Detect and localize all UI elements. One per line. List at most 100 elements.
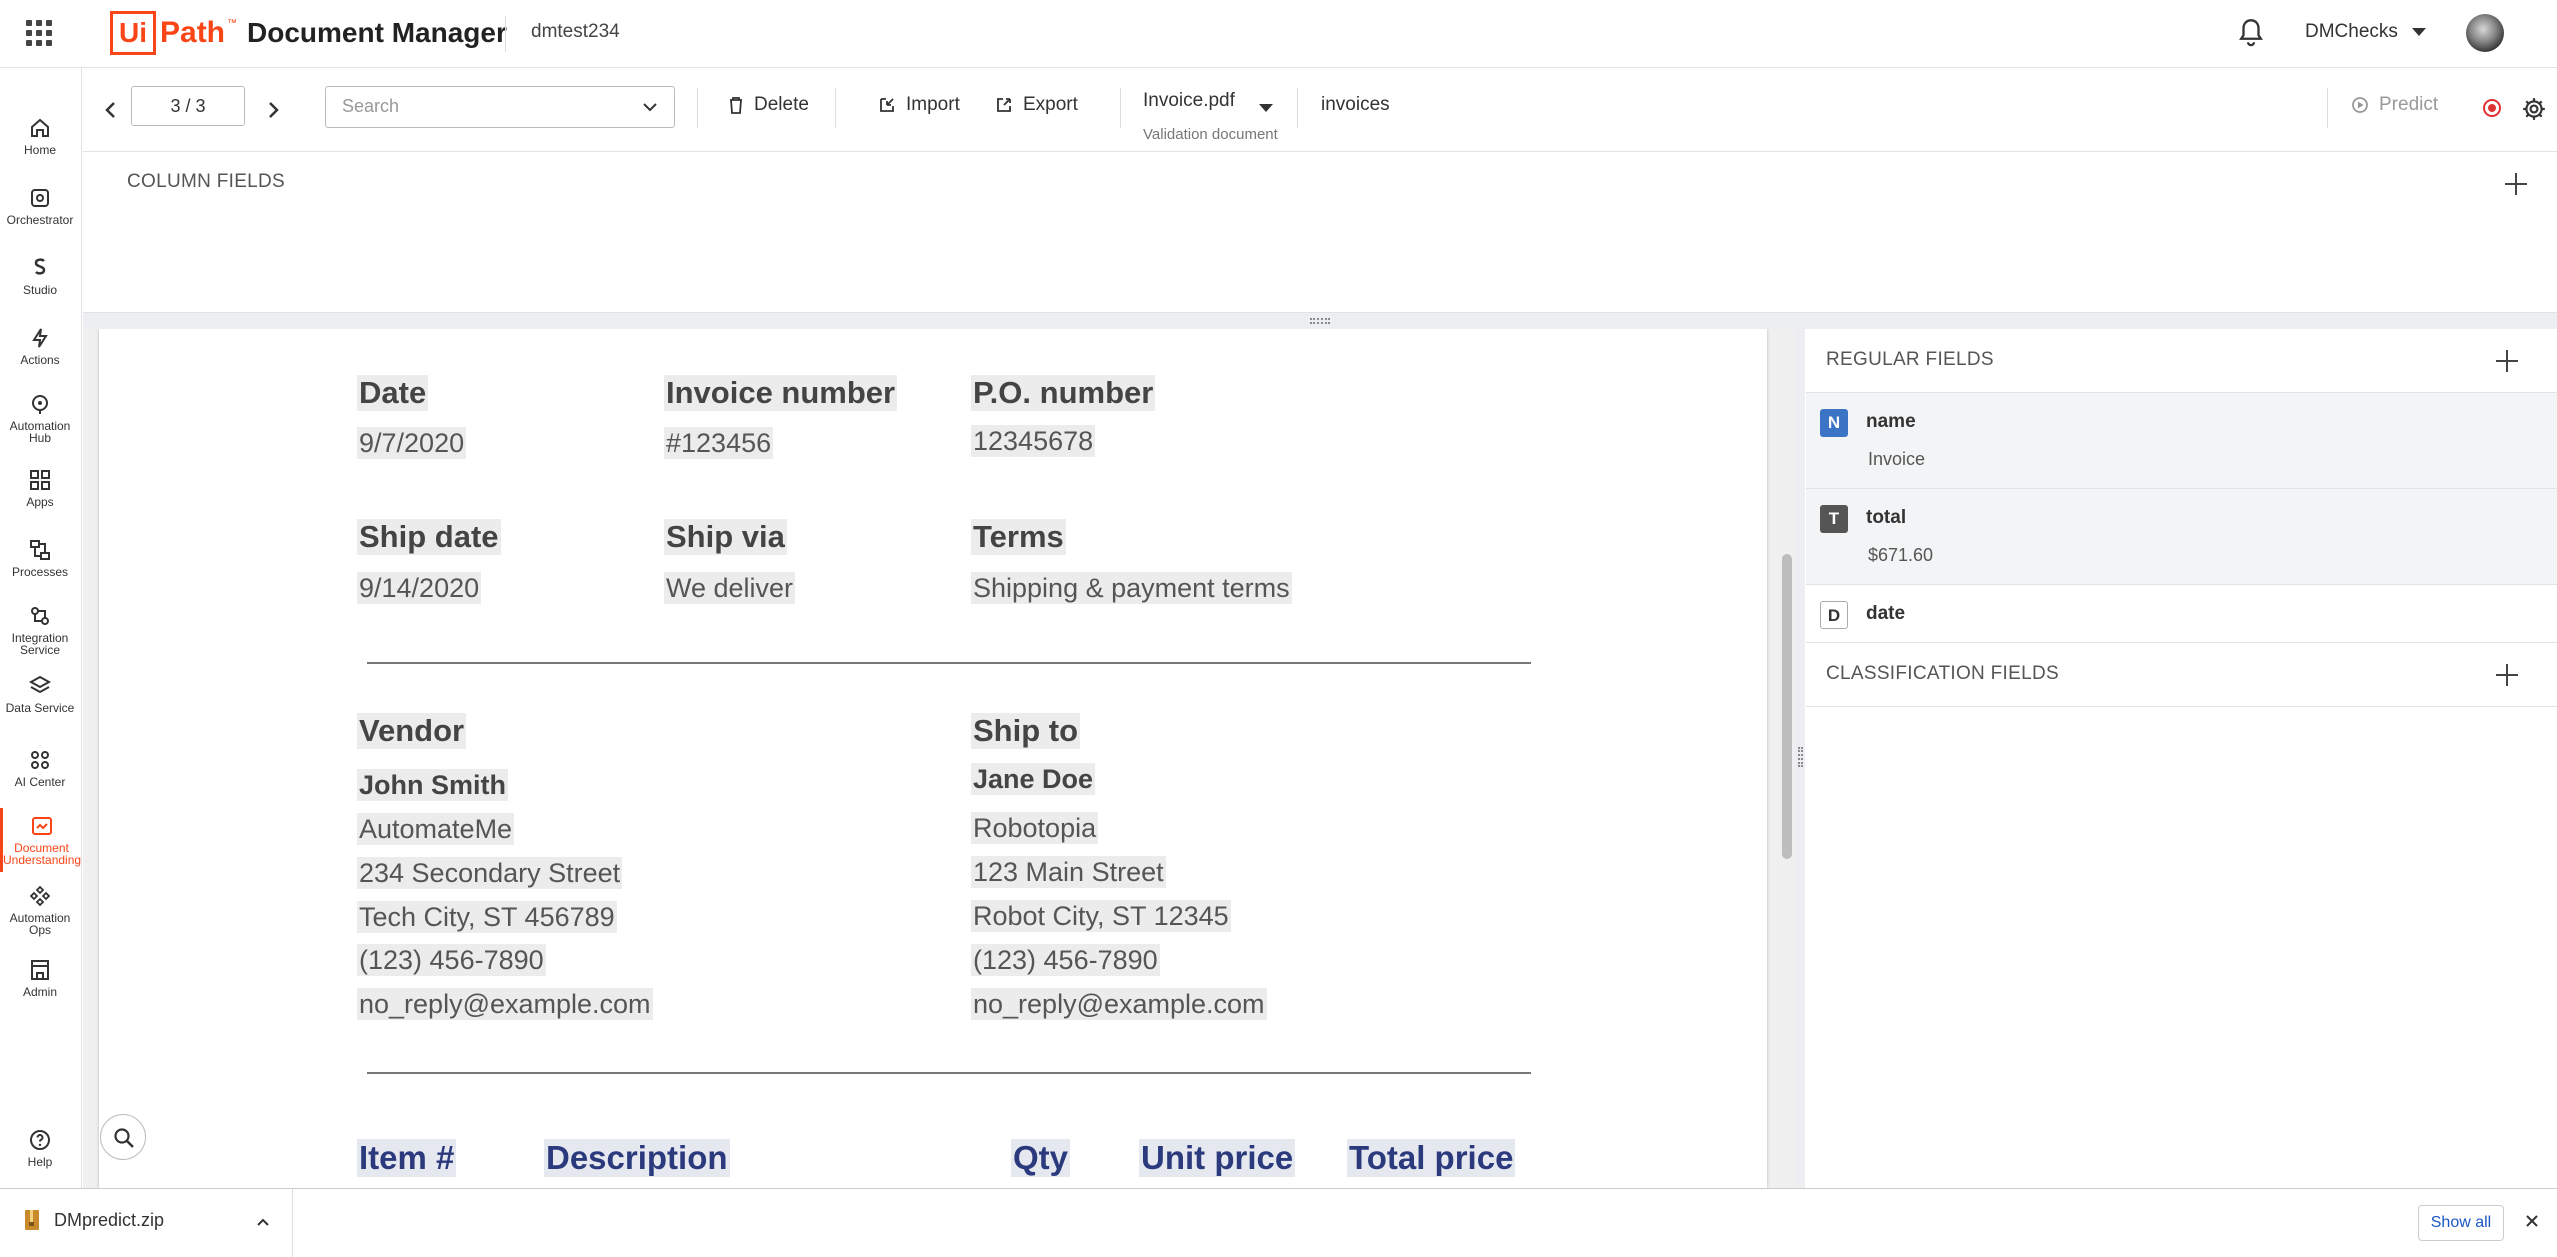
nav-item-automation-ops[interactable]: Automation Ops [0, 884, 80, 936]
predict-button[interactable]: Predict [2351, 94, 2438, 116]
nav-item-processes[interactable]: Processes [0, 538, 80, 578]
download-file-name: DMpredict.zip [54, 1209, 165, 1230]
org-selector[interactable]: DMChecks [2305, 21, 2398, 43]
product-name: Document Manager [247, 17, 507, 48]
nav-item-home[interactable]: Home [0, 116, 80, 156]
doc-invoice-value[interactable]: #123456 [664, 427, 774, 459]
processes-icon [30, 540, 50, 560]
zoom-button[interactable] [100, 1114, 146, 1160]
doc-terms-label[interactable]: Terms [971, 519, 1066, 555]
chevron-up-icon[interactable] [256, 1217, 270, 1227]
nav-item-automation-hub[interactable]: Automation Hub [0, 392, 80, 444]
doc-shipto-line[interactable]: 123 Main Street [971, 856, 1166, 888]
show-all-button[interactable]: Show all [2418, 1205, 2504, 1241]
viewer-scrollbar-thumb[interactable] [1782, 554, 1792, 859]
automation-ops-icon [29, 885, 51, 907]
toolbar-divider [835, 88, 836, 128]
doc-vendor-line[interactable]: 234 Secondary Street [357, 857, 623, 889]
doc-vendor-line[interactable]: no_reply@example.com [357, 988, 653, 1020]
doc-table-header[interactable]: Total price [1347, 1139, 1516, 1177]
drag-handle-icon[interactable] [1310, 318, 1330, 324]
page-indicator[interactable]: 3 / 3 [131, 86, 245, 126]
doc-shipto-label[interactable]: Ship to [971, 713, 1081, 749]
nav-label: Apps [26, 495, 54, 509]
export-button[interactable]: Export [995, 94, 1078, 116]
document-page[interactable]: Date 9/7/2020 Invoice number #123456 P.O… [99, 329, 1767, 1188]
doc-shipto-line[interactable]: (123) 456-7890 [971, 944, 1160, 976]
field-name: name [1866, 411, 1916, 432]
nav-item-help[interactable]: Help [0, 1128, 80, 1168]
export-icon [997, 98, 1011, 112]
add-column-field-plus-icon[interactable] [2505, 173, 2527, 195]
field-row-date[interactable]: D date [1806, 585, 2557, 643]
nav-item-orchestrator[interactable]: Orchestrator [0, 186, 80, 226]
doc-shipto-line[interactable]: no_reply@example.com [971, 988, 1267, 1020]
gear-icon[interactable] [2521, 96, 2547, 122]
field-value[interactable]: Invoice [1868, 449, 1925, 470]
doc-ship-date-label[interactable]: Ship date [357, 519, 501, 555]
document-selector[interactable]: Invoice.pdf [1143, 90, 1235, 112]
nav-label: Automation Hub [9, 419, 71, 445]
doc-po-value[interactable]: 12345678 [971, 425, 1096, 457]
doc-po-label[interactable]: P.O. number [971, 375, 1156, 411]
doc-invoice-label[interactable]: Invoice number [664, 375, 898, 411]
doc-vendor-label[interactable]: Vendor [357, 713, 467, 749]
field-value[interactable]: $671.60 [1868, 545, 1933, 566]
tenant-name[interactable]: dmtest234 [531, 21, 620, 43]
next-page-chevron-icon[interactable] [263, 98, 283, 122]
regular-fields-title: REGULAR FIELDS [1826, 349, 1994, 370]
doc-date-label[interactable]: Date [357, 375, 429, 411]
drag-handle-icon[interactable] [1798, 747, 1803, 767]
chevron-down-icon[interactable] [642, 101, 658, 113]
field-row-name[interactable]: N name Invoice [1806, 393, 2557, 489]
delete-label: Delete [754, 94, 809, 115]
doc-shipto-line[interactable]: Robotopia [971, 812, 1099, 844]
nav-item-apps[interactable]: Apps [0, 468, 80, 508]
doc-table-header[interactable]: Description [544, 1139, 730, 1177]
doc-vendor-line[interactable]: John Smith [357, 769, 508, 801]
search-dropdown[interactable] [325, 86, 675, 128]
doc-ship-via-value[interactable]: We deliver [664, 572, 796, 604]
search-input[interactable] [340, 87, 640, 125]
previous-page-chevron-icon[interactable] [101, 98, 121, 122]
notification-bell-icon[interactable] [2237, 18, 2265, 48]
doc-date-value[interactable]: 9/7/2020 [357, 427, 467, 459]
download-item[interactable]: DMpredict.zip [24, 1209, 164, 1231]
doc-ship-via-label[interactable]: Ship via [664, 519, 787, 555]
nav-item-studio[interactable]: Studio [0, 256, 80, 296]
nav-item-integration-service[interactable]: Integration Service [0, 604, 80, 656]
document-chevron-down-icon[interactable] [1259, 104, 1273, 112]
app-launcher-icon[interactable] [26, 20, 52, 46]
vertical-splitter[interactable] [1795, 329, 1805, 1188]
doc-table-header[interactable]: Qty [1011, 1139, 1071, 1177]
document-toolbar: 3 / 3 Delete Import Export Invoice.pdf V… [83, 68, 2557, 152]
user-avatar[interactable] [2466, 14, 2504, 52]
doc-table-header[interactable]: Item # [357, 1139, 457, 1177]
doc-vendor-line[interactable]: AutomateMe [357, 813, 515, 845]
doc-ship-date-value[interactable]: 9/14/2020 [357, 572, 482, 604]
nav-item-document-understanding[interactable]: Document Understanding [0, 808, 81, 872]
document-type[interactable]: invoices [1321, 94, 1390, 116]
import-button[interactable]: Import [878, 94, 960, 116]
nav-item-admin[interactable]: Admin [0, 958, 80, 998]
horizontal-splitter[interactable] [83, 313, 2557, 329]
doc-terms-value[interactable]: Shipping & payment terms [971, 572, 1292, 604]
nav-item-ai-center[interactable]: AI Center [0, 748, 80, 788]
nav-item-actions[interactable]: Actions [0, 326, 80, 366]
delete-button[interactable]: Delete [728, 94, 809, 116]
doc-table-header[interactable]: Unit price [1139, 1139, 1296, 1177]
doc-shipto-line[interactable]: Robot City, ST 12345 [971, 900, 1231, 932]
add-classification-field-plus-icon[interactable] [2496, 664, 2518, 686]
doc-shipto-line[interactable]: Jane Doe [971, 763, 1096, 795]
doc-vendor-line[interactable]: Tech City, ST 456789 [357, 901, 617, 933]
doc-vendor-line[interactable]: (123) 456-7890 [357, 944, 546, 976]
record-icon[interactable] [2483, 99, 2501, 117]
uipath-logo[interactable]: Ui Path ™ Document Manager [110, 9, 507, 57]
field-row-total[interactable]: T total $671.60 [1806, 489, 2557, 585]
org-chevron-down-icon[interactable] [2412, 28, 2426, 36]
add-regular-field-plus-icon[interactable] [2496, 350, 2518, 372]
nav-item-data-service[interactable]: Data Service [0, 674, 80, 714]
document-viewer[interactable]: Date 9/7/2020 Invoice number #123456 P.O… [83, 329, 1795, 1188]
nav-label: Processes [11, 565, 69, 579]
close-icon[interactable] [2524, 1213, 2540, 1229]
